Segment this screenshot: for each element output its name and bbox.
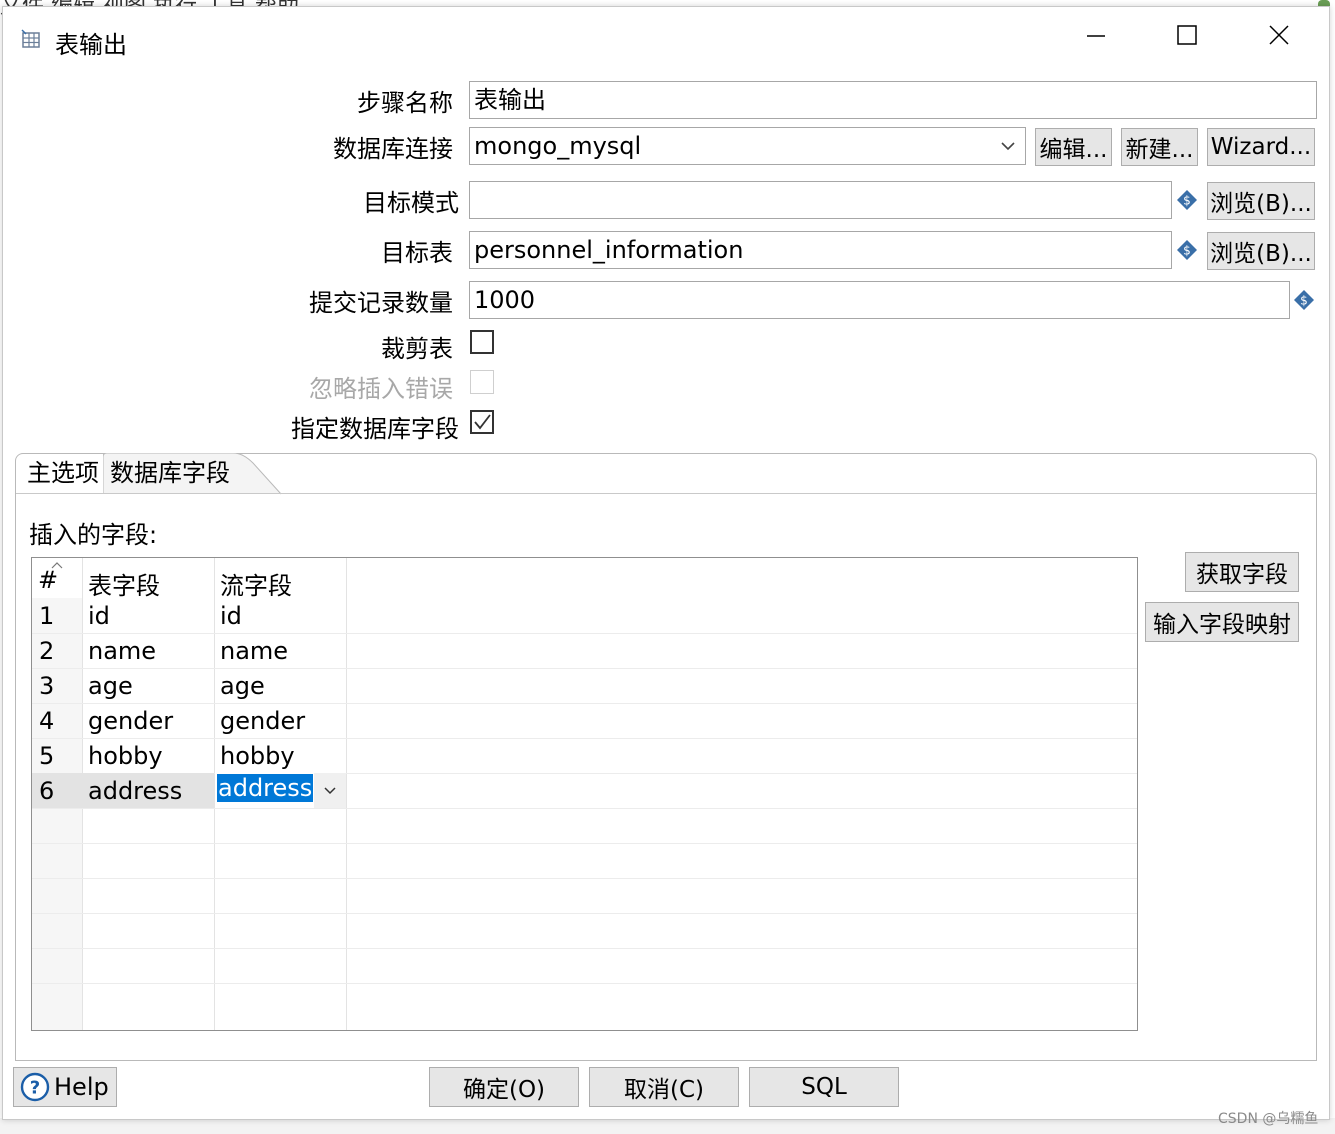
table-output-icon [21,29,40,48]
chevron-down-icon [324,787,336,795]
variable-icon[interactable]: $ [1176,189,1198,211]
table-field-cell[interactable]: age [88,672,133,700]
column-header-table-field[interactable]: 表字段 [88,566,160,601]
map-fields-button[interactable]: 输入字段映射 [1145,602,1299,642]
fields-table[interactable]: # 表字段 流字段 1 id id 2 name name 3 age age … [31,557,1138,1031]
target-table-input[interactable]: personnel_information [469,231,1172,269]
table-field-cell[interactable]: hobby [88,742,163,770]
table-output-dialog: 表输出 步骤名称 表输出 数据库连接 mongo_mysql 编辑... 新建.… [2,6,1330,1120]
connection-value: mongo_mysql [474,132,642,160]
get-fields-button[interactable]: 获取字段 [1185,552,1299,592]
ignore-errors-label: 忽略插入错误 [309,375,453,403]
browse-table-button[interactable]: 浏览(B)... [1207,232,1315,270]
target-schema-label: 目标模式 [363,189,459,217]
ignore-errors-checkbox[interactable] [470,370,494,394]
table-field-cell[interactable]: id [88,602,110,630]
cancel-button[interactable]: 取消(C) [589,1067,739,1107]
svg-text:$: $ [1183,194,1191,208]
truncate-label: 裁剪表 [381,335,453,363]
stream-field-cell[interactable]: gender [220,707,305,735]
ok-button[interactable]: 确定(O) [429,1067,579,1107]
help-button[interactable]: ? Help [13,1067,117,1107]
stream-field-cell[interactable]: name [220,637,288,665]
step-name-label: 步骤名称 [357,89,453,117]
column-header-number[interactable]: # [38,566,58,594]
connection-label: 数据库连接 [333,135,453,163]
new-connection-button[interactable]: 新建... [1121,128,1198,166]
edit-connection-button[interactable]: 编辑... [1035,128,1112,166]
table-row-number: 2 [39,637,55,665]
maximize-icon [1177,25,1197,45]
help-icon: ? [20,1072,50,1102]
wizard-button[interactable]: Wizard... [1207,128,1315,166]
svg-text:$: $ [1300,294,1308,308]
stream-field-cell[interactable]: age [220,672,265,700]
variable-icon[interactable]: $ [1176,239,1198,261]
stream-field-dropdown-button[interactable] [314,773,346,808]
table-field-cell[interactable]: address [88,777,182,805]
sort-up-icon [51,562,63,569]
variable-icon[interactable]: $ [1293,289,1315,311]
inserted-fields-label: 插入的字段: [29,521,158,549]
table-row-number: 5 [39,742,55,770]
table-row-number: 4 [39,707,55,735]
browse-schema-button[interactable]: 浏览(B)... [1207,182,1315,220]
tab-database-fields[interactable]: 数据库字段 [110,455,230,491]
commit-size-input[interactable]: 1000 [469,281,1290,319]
specify-fields-checkbox[interactable] [470,410,494,434]
commit-size-label: 提交记录数量 [309,289,453,317]
maximize-button[interactable] [1164,17,1210,53]
step-name-input[interactable]: 表输出 [469,81,1317,119]
close-icon [1269,25,1289,45]
svg-text:$: $ [1183,244,1191,258]
sql-button[interactable]: SQL [749,1067,899,1107]
table-field-cell[interactable]: name [88,637,156,665]
chevron-down-icon [1001,142,1015,151]
stream-field-cell-selected[interactable]: address [217,774,314,802]
dialog-title: 表输出 [55,31,127,59]
column-header-stream-field[interactable]: 流字段 [220,566,292,601]
minimize-icon [1087,35,1105,37]
svg-text:?: ? [30,1078,40,1099]
truncate-checkbox[interactable] [470,330,494,354]
minimize-button[interactable] [1073,17,1119,53]
background-app-strip [0,1118,1335,1134]
target-table-label: 目标表 [381,239,453,267]
stream-field-cell[interactable]: id [220,602,242,630]
table-row-number: 1 [39,602,55,630]
table-row-number: 3 [39,672,55,700]
close-button[interactable] [1256,17,1302,53]
watermark: CSDN @乌糯鱼 [1218,1111,1319,1127]
target-schema-input[interactable] [469,181,1172,219]
table-row-number: 6 [39,777,55,805]
tab-divider [16,493,1316,494]
tab-main-options[interactable]: 主选项 [23,455,104,491]
help-label: Help [54,1073,109,1101]
stream-field-cell[interactable]: hobby [220,742,295,770]
specify-fields-label: 指定数据库字段 [291,415,459,443]
connection-select[interactable]: mongo_mysql [469,127,1026,165]
checkmark-icon [474,414,491,430]
table-field-cell[interactable]: gender [88,707,173,735]
